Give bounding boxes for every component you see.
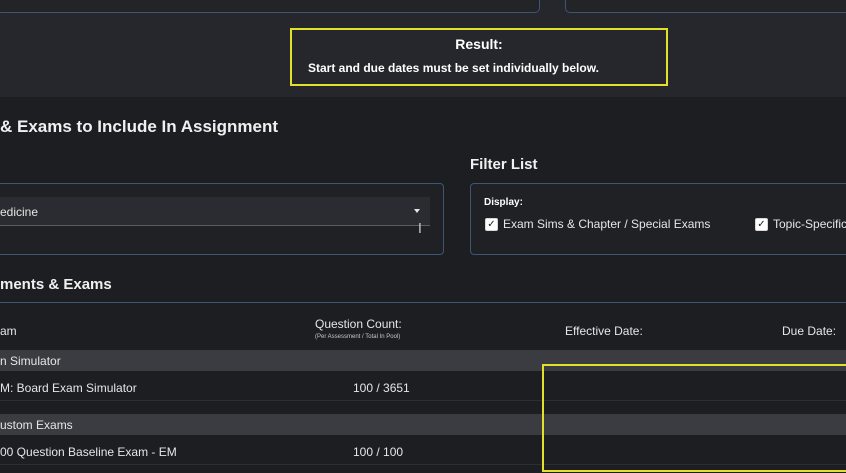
text-cursor-icon: I [418, 222, 422, 237]
column-header-due-date: Due Date: [782, 324, 837, 338]
group-label: ustom Exams [0, 418, 73, 432]
top-right-panel [565, 0, 846, 13]
filter-checkbox-topic-specific[interactable]: ✓ [755, 218, 768, 231]
column-header-name: am [0, 324, 17, 338]
source-select[interactable]: edicine [0, 197, 430, 226]
section-divider [0, 302, 846, 303]
result-title: Result: [455, 36, 503, 52]
chevron-down-icon [414, 209, 420, 213]
display-label: Display: [484, 197, 523, 208]
exam-name: M: Board Exam Simulator [0, 381, 137, 395]
column-header-question-count-sub: (Per Assessment / Total In Pool) [315, 334, 401, 340]
list-title: ments & Exams [0, 276, 112, 293]
filter-checkbox-exam-sims[interactable]: ✓ [485, 218, 498, 231]
date-highlight-box [542, 364, 846, 472]
column-header-question-count: Question Count: [315, 317, 402, 331]
filter-option-topic-specific-label: Topic-Specific [773, 217, 846, 231]
filter-option-exam-sims-label: Exam Sims & Chapter / Special Exams [503, 217, 711, 231]
result-message: Start and due dates must be set individu… [308, 61, 599, 75]
group-label: n Simulator [0, 354, 61, 368]
filter-title: Filter List [470, 156, 538, 173]
column-header-effective-date: Effective Date: [565, 324, 643, 338]
question-count: 100 / 100 [353, 445, 404, 459]
question-count: 100 / 3651 [353, 381, 410, 395]
top-left-panel [0, 0, 540, 13]
exam-name: 00 Question Baseline Exam - EM [0, 445, 177, 459]
result-callout: Result: Start and due dates must be set … [290, 28, 668, 86]
section-title: & Exams to Include In Assignment [0, 117, 279, 136]
source-select-value: edicine [0, 205, 39, 219]
